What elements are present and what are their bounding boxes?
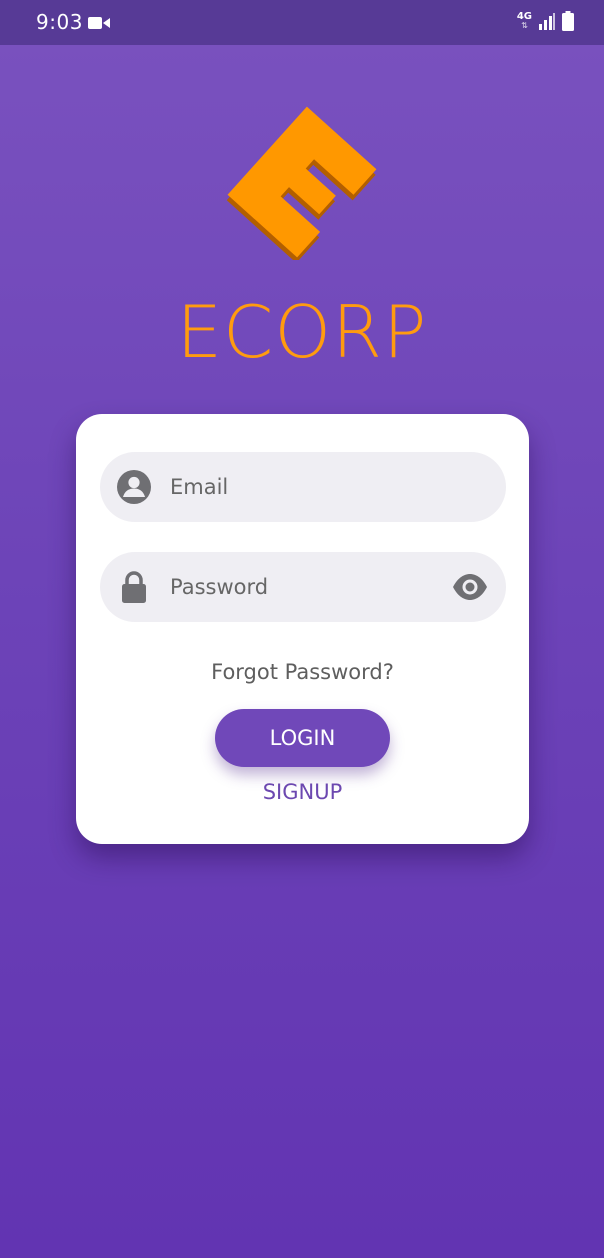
person-icon bbox=[117, 470, 151, 504]
email-input[interactable] bbox=[170, 452, 430, 522]
network-arrows-icon: 4G ⇅ bbox=[517, 12, 532, 30]
eye-icon[interactable] bbox=[452, 571, 488, 603]
password-input[interactable] bbox=[170, 552, 430, 622]
ecorp-logo-icon bbox=[226, 106, 377, 260]
email-field-container[interactable] bbox=[100, 452, 506, 522]
login-button[interactable]: LOGIN bbox=[215, 709, 390, 767]
lock-icon bbox=[122, 571, 146, 603]
brand-name: ECORP bbox=[176, 290, 428, 374]
forgot-password-link[interactable]: Forgot Password? bbox=[76, 660, 529, 684]
video-camera-icon bbox=[88, 17, 110, 29]
battery-icon bbox=[562, 11, 574, 31]
signal-icon bbox=[539, 13, 555, 30]
login-card: Forgot Password? LOGIN SIGNUP bbox=[76, 414, 529, 844]
password-field-container[interactable] bbox=[100, 552, 506, 622]
network-arrows: ⇅ bbox=[521, 21, 528, 30]
status-time: 9:03 bbox=[36, 10, 83, 34]
signup-link[interactable]: SIGNUP bbox=[76, 780, 529, 804]
status-bar: 9:03 4G ⇅ bbox=[0, 0, 604, 45]
status-indicators: 4G ⇅ bbox=[517, 11, 574, 31]
